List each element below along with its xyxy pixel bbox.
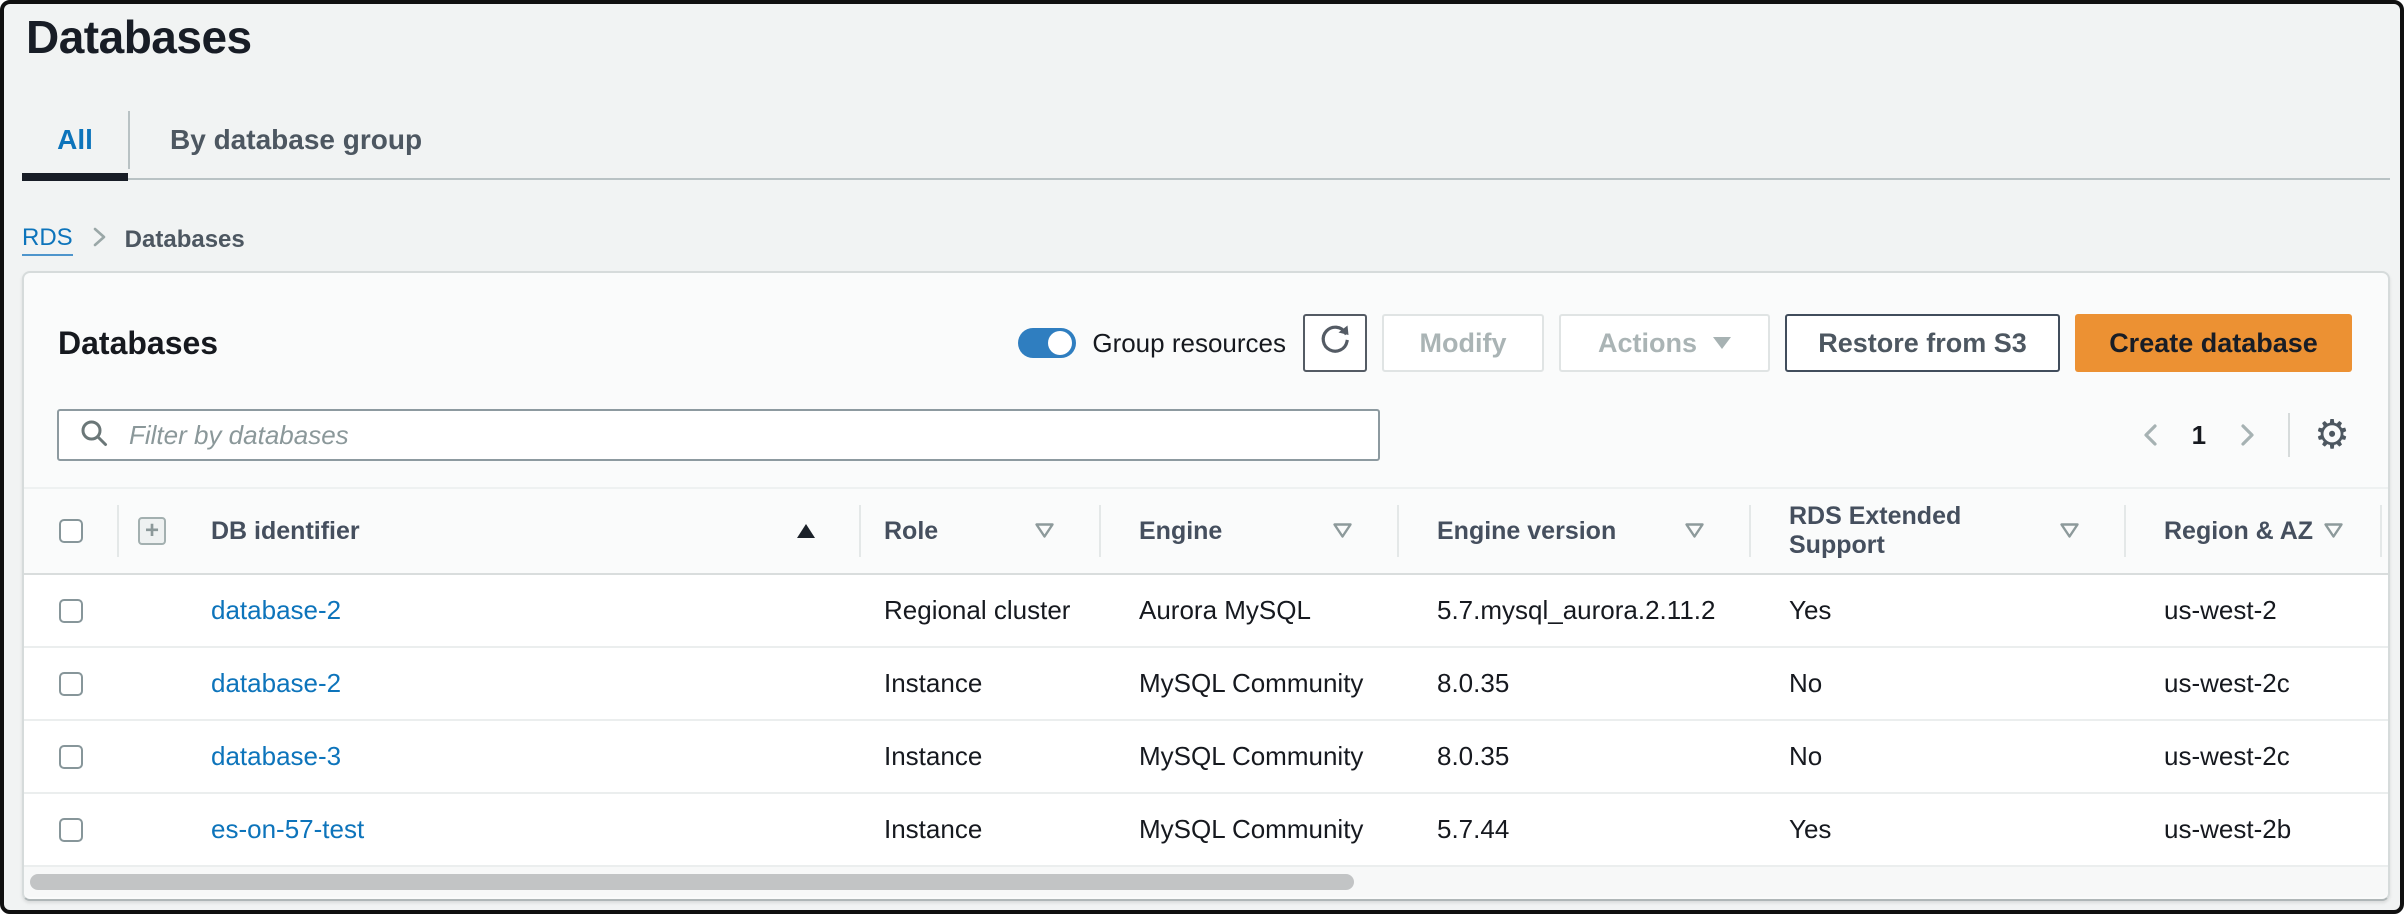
row-checkbox[interactable] bbox=[59, 599, 83, 623]
filter-icon-engine-version[interactable] bbox=[1684, 517, 1705, 546]
cell-engine: MySQL Community bbox=[1099, 648, 1397, 719]
table-row: database-3 Instance MySQL Community 8.0.… bbox=[24, 721, 2388, 794]
panel-title: Databases bbox=[58, 325, 218, 362]
row-checkbox[interactable] bbox=[59, 672, 83, 696]
db-identifier-link[interactable]: database-3 bbox=[211, 741, 341, 772]
row-checkbox[interactable] bbox=[59, 745, 83, 769]
panel-header: Databases Group resources Modify bbox=[58, 314, 2352, 372]
cell-rds-extended-support: Yes bbox=[1749, 794, 2124, 865]
group-resources-control: Group resources bbox=[1018, 328, 1286, 359]
filter-icon-region-az[interactable] bbox=[2323, 517, 2344, 546]
toggle-knob bbox=[1048, 331, 1072, 355]
filter-icon-role[interactable] bbox=[1034, 517, 1055, 546]
table-header-row: + DB identifier Role Engine Engine versi… bbox=[24, 487, 2388, 575]
cell-role: Instance bbox=[859, 794, 1099, 865]
filter-search-box bbox=[57, 409, 1380, 461]
gear-icon: ⚙ bbox=[2314, 413, 2350, 457]
db-identifier-link[interactable]: database-2 bbox=[211, 668, 341, 699]
databases-panel: Databases Group resources Modify bbox=[22, 271, 2390, 901]
row-checkbox[interactable] bbox=[59, 818, 83, 842]
modify-button[interactable]: Modify bbox=[1382, 314, 1544, 372]
rds-databases-page: Databases All By database group RDS Data… bbox=[0, 0, 2404, 914]
cell-engine-version: 8.0.35 bbox=[1397, 648, 1749, 719]
cell-region-az: us-west-2c bbox=[2124, 721, 2388, 792]
chevron-left-icon bbox=[2138, 421, 2166, 449]
pagination-divider bbox=[2288, 413, 2290, 457]
filter-input[interactable] bbox=[127, 419, 1364, 452]
tab-all[interactable]: All bbox=[22, 124, 128, 156]
preferences-button[interactable]: ⚙ bbox=[2314, 415, 2350, 455]
cell-rds-extended-support: Yes bbox=[1749, 575, 2124, 646]
table-row: database-2 Regional cluster Aurora MySQL… bbox=[24, 575, 2388, 648]
cell-rds-extended-support: No bbox=[1749, 721, 2124, 792]
cell-role: Regional cluster bbox=[859, 575, 1099, 646]
sort-ascending-icon bbox=[797, 524, 815, 538]
breadcrumb: RDS Databases bbox=[22, 224, 245, 256]
refresh-icon bbox=[1317, 322, 1353, 365]
create-database-button[interactable]: Create database bbox=[2075, 314, 2352, 372]
horizontal-scrollbar-thumb[interactable] bbox=[30, 874, 1354, 890]
table-row: database-2 Instance MySQL Community 8.0.… bbox=[24, 648, 2388, 721]
chevron-right-icon bbox=[2232, 421, 2260, 449]
caret-down-icon bbox=[1713, 337, 1731, 349]
table-row: es-on-57-test Instance MySQL Community 5… bbox=[24, 794, 2388, 867]
column-header-engine-version: Engine version bbox=[1397, 489, 1749, 573]
expand-all-icon[interactable]: + bbox=[138, 517, 166, 545]
filter-row: 1 ⚙ bbox=[57, 409, 2350, 461]
restore-from-s3-button[interactable]: Restore from S3 bbox=[1785, 314, 2060, 372]
cell-role: Instance bbox=[859, 648, 1099, 719]
cell-region-az: us-west-2c bbox=[2124, 648, 2388, 719]
tab-bar: All By database group bbox=[22, 105, 462, 175]
column-header-rds-extended-support: RDS Extended Support bbox=[1749, 489, 2124, 573]
cell-role: Instance bbox=[859, 721, 1099, 792]
db-identifier-link[interactable]: es-on-57-test bbox=[211, 814, 364, 845]
cell-region-az: us-west-2b bbox=[2124, 794, 2388, 865]
breadcrumb-current: Databases bbox=[125, 226, 245, 254]
group-resources-label: Group resources bbox=[1092, 328, 1286, 359]
cell-engine-version: 5.7.mysql_aurora.2.11.2 bbox=[1397, 575, 1749, 646]
select-all-checkbox[interactable] bbox=[59, 519, 83, 543]
current-page-number[interactable]: 1 bbox=[2192, 420, 2206, 451]
group-resources-toggle[interactable] bbox=[1018, 328, 1076, 358]
table-body: database-2 Regional cluster Aurora MySQL… bbox=[24, 575, 2388, 867]
cell-region-az: us-west-2 bbox=[2124, 575, 2388, 646]
tab-by-database-group[interactable]: By database group bbox=[130, 124, 462, 156]
cell-rds-extended-support: No bbox=[1749, 648, 2124, 719]
column-header-role: Role bbox=[859, 489, 1099, 573]
tabs-rule bbox=[22, 178, 2390, 180]
breadcrumb-chevron-icon bbox=[89, 225, 109, 256]
horizontal-scrollbar[interactable] bbox=[24, 867, 2388, 897]
previous-page-button[interactable] bbox=[2138, 421, 2166, 449]
cell-engine-version: 8.0.35 bbox=[1397, 721, 1749, 792]
cell-engine: MySQL Community bbox=[1099, 794, 1397, 865]
column-header-db-identifier[interactable]: DB identifier bbox=[187, 489, 859, 573]
next-page-button[interactable] bbox=[2232, 421, 2260, 449]
pagination: 1 ⚙ bbox=[2138, 413, 2350, 457]
refresh-button[interactable] bbox=[1303, 314, 1367, 372]
actions-button[interactable]: Actions bbox=[1559, 314, 1770, 372]
column-header-engine: Engine bbox=[1099, 489, 1397, 573]
db-identifier-link[interactable]: database-2 bbox=[211, 595, 341, 626]
cell-engine: Aurora MySQL bbox=[1099, 575, 1397, 646]
page-title: Databases bbox=[26, 10, 252, 64]
filter-icon-engine[interactable] bbox=[1332, 517, 1353, 546]
cell-engine: MySQL Community bbox=[1099, 721, 1397, 792]
column-header-region-az: Region & AZ bbox=[2124, 489, 2388, 573]
cell-engine-version: 5.7.44 bbox=[1397, 794, 1749, 865]
active-tab-underline bbox=[22, 173, 128, 181]
breadcrumb-rds-link[interactable]: RDS bbox=[22, 224, 73, 256]
filter-icon-rds-extended-support[interactable] bbox=[2059, 517, 2080, 546]
panel-toolbar: Group resources Modify Actions Restore f bbox=[1018, 314, 2352, 372]
search-icon bbox=[79, 418, 109, 453]
